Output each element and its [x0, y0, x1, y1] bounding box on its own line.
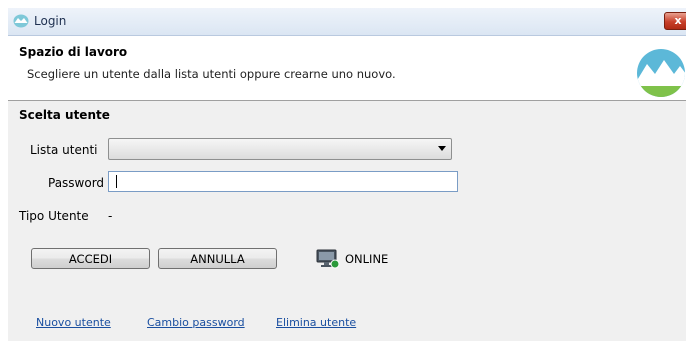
user-list-dropdown[interactable]	[108, 138, 452, 160]
cancel-button[interactable]: ANNULLA	[158, 248, 277, 269]
login-window: Login x Spazio di lavoro Scegliere un ut…	[8, 8, 686, 341]
mountain-logo-icon	[637, 49, 685, 97]
text-cursor	[116, 175, 117, 188]
header-panel: Spazio di lavoro Scegliere un utente dal…	[8, 36, 686, 101]
header-title: Spazio di lavoro	[19, 45, 128, 59]
close-icon: x	[674, 14, 682, 27]
section-title: Scelta utente	[19, 108, 110, 122]
title-bar: Login x	[8, 8, 686, 36]
login-button[interactable]: ACCEDI	[31, 248, 150, 269]
app-logo-icon	[13, 14, 29, 28]
window-title: Login	[34, 14, 67, 28]
delete-user-link[interactable]: Elimina utente	[276, 316, 356, 329]
user-type-label: Tipo Utente	[19, 209, 89, 223]
change-password-link[interactable]: Cambio password	[147, 316, 245, 329]
header-description: Scegliere un utente dalla lista utenti o…	[27, 67, 396, 81]
close-button[interactable]: x	[664, 12, 686, 30]
user-type-value: -	[108, 209, 113, 223]
password-label: Password	[48, 176, 105, 190]
connection-status: ONLINE	[345, 252, 389, 266]
computer-online-icon	[316, 249, 340, 269]
user-list-label: Lista utenti	[30, 143, 98, 157]
new-user-link[interactable]: Nuovo utente	[36, 316, 111, 329]
chevron-down-icon	[438, 146, 446, 151]
password-field[interactable]	[108, 171, 458, 192]
